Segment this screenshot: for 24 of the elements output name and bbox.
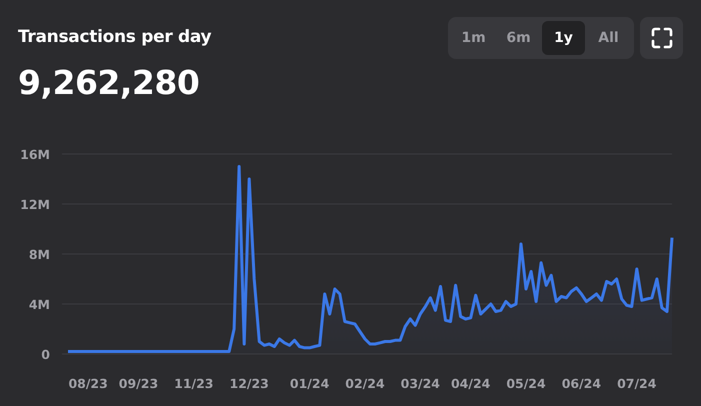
- chart-title: Transactions per day: [18, 26, 212, 47]
- y-axis-label: 8M: [28, 247, 50, 262]
- range-tab[interactable]: 1y: [542, 21, 585, 55]
- range-tab[interactable]: 1m: [452, 21, 495, 55]
- x-axis-label: 11/23: [174, 376, 214, 391]
- y-axis-label: 0: [41, 347, 50, 362]
- range-tab[interactable]: All: [587, 21, 630, 55]
- x-axis-label: 06/24: [562, 376, 602, 391]
- range-tab[interactable]: 6m: [497, 21, 540, 55]
- x-axis-label: 08/23: [68, 376, 108, 391]
- y-axis-label: 12M: [20, 197, 50, 212]
- y-axis-label: 16M: [20, 147, 50, 162]
- x-axis-label: 05/24: [506, 376, 546, 391]
- x-axis-label: 04/24: [450, 376, 490, 391]
- fullscreen-icon: [650, 27, 672, 49]
- x-axis-label: 07/24: [617, 376, 656, 391]
- y-axis-label: 4M: [28, 297, 50, 312]
- x-axis-label: 02/24: [345, 376, 385, 391]
- x-axis-label: 12/23: [230, 376, 269, 391]
- current-value: 9,262,280: [18, 63, 200, 102]
- fullscreen-button[interactable]: [640, 17, 683, 59]
- x-axis-label: 01/24: [290, 376, 330, 391]
- x-axis-label: 03/24: [400, 376, 440, 391]
- x-axis-label: 09/23: [118, 376, 158, 391]
